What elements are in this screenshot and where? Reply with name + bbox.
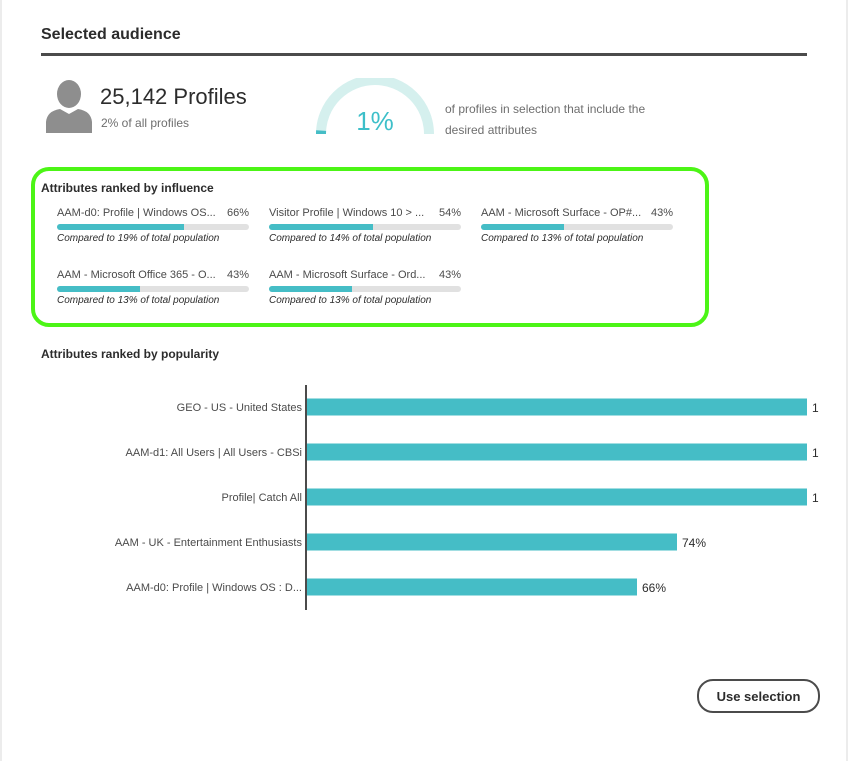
influence-item-label: AAM - Microsoft Office 365 - O... [57,269,216,281]
profiles-share: 2% of all profiles [101,116,190,130]
influence-item-compare: Compared to 13% of total population [481,233,644,244]
popularity-heading: Attributes ranked by popularity [41,347,220,361]
influence-item-label: AAM - Microsoft Surface - Ord... [269,269,426,281]
influence-item: AAM - Microsoft Surface - OP#... 43% Com… [481,207,673,257]
bar-value-label: 1 [812,401,819,415]
popularity-bar [307,443,807,461]
influence-item-compare: Compared to 13% of total population [269,295,432,306]
influence-item-fill [269,224,373,230]
bar-value-label: 1 [812,446,819,460]
influence-item-fill [269,286,352,292]
panel-title: Selected audience [41,26,181,43]
popularity-bar [307,533,677,551]
influence-item: Visitor Profile | Windows 10 > ... 54% C… [269,207,461,257]
bar-value-label: 1 [812,491,819,505]
influence-item-fill [57,224,184,230]
category-label: AAM-d1: All Users | All Users - CBSi [126,447,302,459]
influence-item-label: Visitor Profile | Windows 10 > ... [269,207,425,219]
influence-item-track [269,224,461,230]
use-selection-button[interactable]: Use selection [697,679,820,713]
influence-item-label: AAM - Microsoft Surface - OP#... [481,207,641,219]
popularity-bar [307,578,637,596]
gauge-value: 1% [356,106,394,136]
influence-item-fill [481,224,564,230]
influence-item-percent: 66% [226,207,249,219]
influence-item-percent: 54% [438,207,461,219]
category-label: GEO - US - United States [177,402,303,414]
influence-item-fill [57,286,140,292]
popularity-bar-chart: GEO - US - United States 1 AAM-d1: All Use… [115,385,819,610]
influence-heading: Attributes ranked by influence [41,181,214,195]
influence-item-track [269,286,461,292]
influence-item-percent: 43% [438,269,461,281]
bar-value-label: 74% [682,536,706,550]
user-avatar-icon [46,80,92,133]
bar-value-label: 66% [642,581,666,595]
influence-item-track [57,224,249,230]
category-label: AAM - UK - Entertainment Enthusiasts [115,537,303,549]
influence-item-track [481,224,673,230]
influence-item-track [57,286,249,292]
influence-item-compare: Compared to 13% of total population [57,295,220,306]
gauge-description: of profiles in selection that include th… [445,102,646,137]
influence-item: AAM-d0: Profile | Windows OS... 66% Comp… [57,207,249,257]
title-divider [41,53,807,56]
category-label: Profile| Catch All [221,492,302,504]
influence-item-compare: Compared to 19% of total population [57,233,220,244]
profiles-count: 25,142 Profiles [100,84,247,109]
influence-item: AAM - Microsoft Office 365 - O... 43% Co… [57,269,249,319]
influence-item-compare: Compared to 14% of total population [269,233,432,244]
influence-item: AAM - Microsoft Surface - Ord... 43% Com… [269,269,461,319]
influence-item-percent: 43% [226,269,249,281]
popularity-bar [307,398,807,416]
influence-item-label: AAM-d0: Profile | Windows OS... [57,207,216,219]
popularity-bar [307,488,807,506]
influence-item-percent: 43% [650,207,673,219]
category-label: AAM-d0: Profile | Windows OS : D... [126,582,302,594]
